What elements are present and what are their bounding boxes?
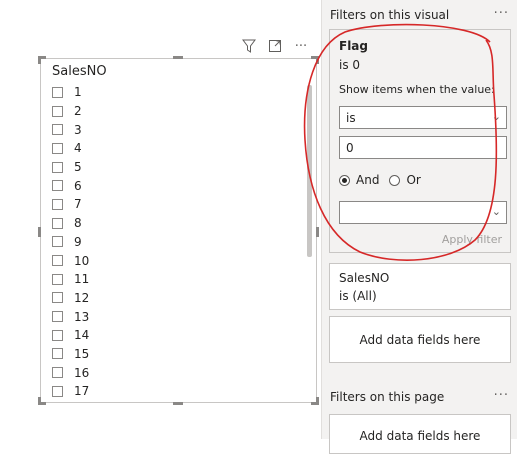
filter-card-title: SalesNO bbox=[339, 271, 390, 285]
checkbox[interactable] bbox=[52, 142, 63, 154]
slicer-item[interactable]: 4 bbox=[52, 139, 302, 158]
salesno-filter-card[interactable]: SalesNO is (All) bbox=[329, 263, 511, 310]
slicer-item[interactable]: 17 bbox=[52, 382, 302, 399]
slicer-item-label: 1 bbox=[74, 85, 82, 100]
slicer-item-label: 11 bbox=[74, 272, 90, 287]
slicer-item-label: 7 bbox=[74, 197, 82, 212]
page-filters-heading: Filters on this page bbox=[330, 390, 445, 404]
checkbox[interactable] bbox=[52, 255, 63, 267]
logic-selector: And Or bbox=[339, 173, 421, 187]
checkbox[interactable] bbox=[52, 273, 63, 285]
slicer-item[interactable]: 15 bbox=[52, 345, 302, 364]
checkbox[interactable] bbox=[52, 311, 63, 323]
resize-handle[interactable] bbox=[173, 56, 183, 59]
resize-handle[interactable] bbox=[38, 227, 41, 237]
checkbox[interactable] bbox=[52, 217, 63, 229]
visual-header: ··· bbox=[240, 38, 310, 54]
slicer-item-label: 14 bbox=[74, 328, 90, 343]
slicer-item-label: 5 bbox=[74, 160, 82, 175]
slicer-item[interactable]: 9 bbox=[52, 233, 302, 252]
slicer-item[interactable]: 8 bbox=[52, 214, 302, 233]
resize-handle[interactable] bbox=[38, 397, 41, 405]
resize-handle[interactable] bbox=[316, 227, 319, 237]
slicer-item[interactable]: 14 bbox=[52, 326, 302, 345]
slicer-item-label: 13 bbox=[74, 309, 90, 324]
and-radio[interactable] bbox=[339, 174, 350, 186]
flag-filter-card[interactable]: Flag is 0 Show items when the value: is … bbox=[329, 29, 511, 253]
value-input[interactable]: 0 bbox=[339, 136, 507, 159]
checkbox[interactable] bbox=[52, 105, 63, 117]
or-radio[interactable] bbox=[389, 174, 401, 186]
slicer-title: SalesNO bbox=[52, 64, 107, 79]
slicer-item-label: 4 bbox=[74, 141, 82, 156]
more-options-icon[interactable]: ··· bbox=[494, 388, 509, 403]
chevron-down-icon: ⌄ bbox=[491, 110, 501, 123]
resize-handle[interactable] bbox=[38, 56, 41, 64]
report-canvas: ··· SalesNO 1 2 3 4 5 6 7 8 9 10 11 12 13 14 15 16 17 bbox=[0, 0, 321, 439]
filter-card-summary: is 0 bbox=[339, 58, 361, 72]
salesno-slicer[interactable]: SalesNO 1 2 3 4 5 6 7 8 9 10 11 12 13 14 15 16 17 bbox=[38, 56, 319, 405]
or-label: Or bbox=[406, 173, 421, 187]
slicer-item-label: 12 bbox=[74, 290, 90, 305]
slicer-item[interactable]: 1 bbox=[52, 83, 302, 102]
add-data-fields-visual[interactable]: Add data fields here bbox=[329, 316, 511, 363]
and-label: And bbox=[356, 173, 380, 187]
chevron-down-icon: ⌄ bbox=[491, 205, 501, 218]
more-options-icon[interactable]: ··· bbox=[494, 6, 509, 21]
slicer-item-label: 3 bbox=[74, 122, 82, 137]
checkbox[interactable] bbox=[52, 292, 63, 304]
slicer-item-label: 6 bbox=[74, 178, 82, 193]
resize-handle[interactable] bbox=[316, 56, 319, 64]
focus-mode-icon[interactable] bbox=[266, 38, 284, 54]
filter-icon[interactable] bbox=[240, 38, 258, 54]
slicer-item-label: 16 bbox=[74, 365, 90, 380]
slicer-item[interactable]: 3 bbox=[52, 120, 302, 139]
value-text: 0 bbox=[346, 141, 354, 155]
show-items-label: Show items when the value: bbox=[339, 83, 495, 96]
slicer-item-label: 10 bbox=[74, 253, 90, 268]
add-fields-label: Add data fields here bbox=[359, 332, 481, 347]
slicer-item-label: 17 bbox=[74, 384, 90, 399]
more-options-icon[interactable]: ··· bbox=[292, 38, 310, 54]
checkbox[interactable] bbox=[52, 86, 63, 98]
checkbox[interactable] bbox=[52, 180, 63, 192]
filter-card-summary: is (All) bbox=[339, 289, 377, 303]
slicer-item-label: 15 bbox=[74, 346, 90, 361]
slicer-item-label: 2 bbox=[74, 104, 82, 119]
checkbox[interactable] bbox=[52, 329, 63, 341]
slicer-item[interactable]: 12 bbox=[52, 289, 302, 308]
slicer-scrollbar[interactable] bbox=[307, 85, 312, 257]
checkbox[interactable] bbox=[52, 161, 63, 173]
checkbox[interactable] bbox=[52, 348, 63, 360]
add-fields-label: Add data fields here bbox=[359, 429, 481, 443]
slicer-item[interactable]: 6 bbox=[52, 176, 302, 195]
second-operator-dropdown[interactable]: ⌄ bbox=[339, 201, 507, 224]
checkbox[interactable] bbox=[52, 367, 63, 379]
slicer-item[interactable]: 11 bbox=[52, 270, 302, 289]
checkbox[interactable] bbox=[52, 385, 63, 397]
resize-handle[interactable] bbox=[316, 397, 319, 405]
checkbox[interactable] bbox=[52, 236, 63, 248]
resize-handle[interactable] bbox=[173, 402, 183, 405]
operator-value: is bbox=[346, 111, 356, 125]
slicer-item-label: 9 bbox=[74, 234, 82, 249]
slicer-item[interactable]: 16 bbox=[52, 363, 302, 382]
filter-card-title: Flag bbox=[339, 39, 368, 53]
checkbox[interactable] bbox=[52, 124, 63, 136]
slicer-item[interactable]: 10 bbox=[52, 251, 302, 270]
slicer-item[interactable]: 2 bbox=[52, 102, 302, 121]
add-data-fields-page[interactable]: Add data fields here bbox=[329, 414, 511, 454]
slicer-item-label: 8 bbox=[74, 216, 82, 231]
operator-dropdown[interactable]: is ⌄ bbox=[339, 106, 507, 129]
filters-pane: Filters on this visual ··· Flag is 0 Sho… bbox=[321, 0, 517, 454]
slicer-list: 1 2 3 4 5 6 7 8 9 10 11 12 13 14 15 16 17 bbox=[52, 83, 302, 399]
slicer-item[interactable]: 5 bbox=[52, 158, 302, 177]
visual-filters-heading: Filters on this visual bbox=[330, 8, 450, 22]
slicer-item[interactable]: 7 bbox=[52, 195, 302, 214]
checkbox[interactable] bbox=[52, 198, 63, 210]
slicer-item[interactable]: 13 bbox=[52, 307, 302, 326]
apply-filter-button[interactable]: Apply filter bbox=[442, 233, 502, 246]
